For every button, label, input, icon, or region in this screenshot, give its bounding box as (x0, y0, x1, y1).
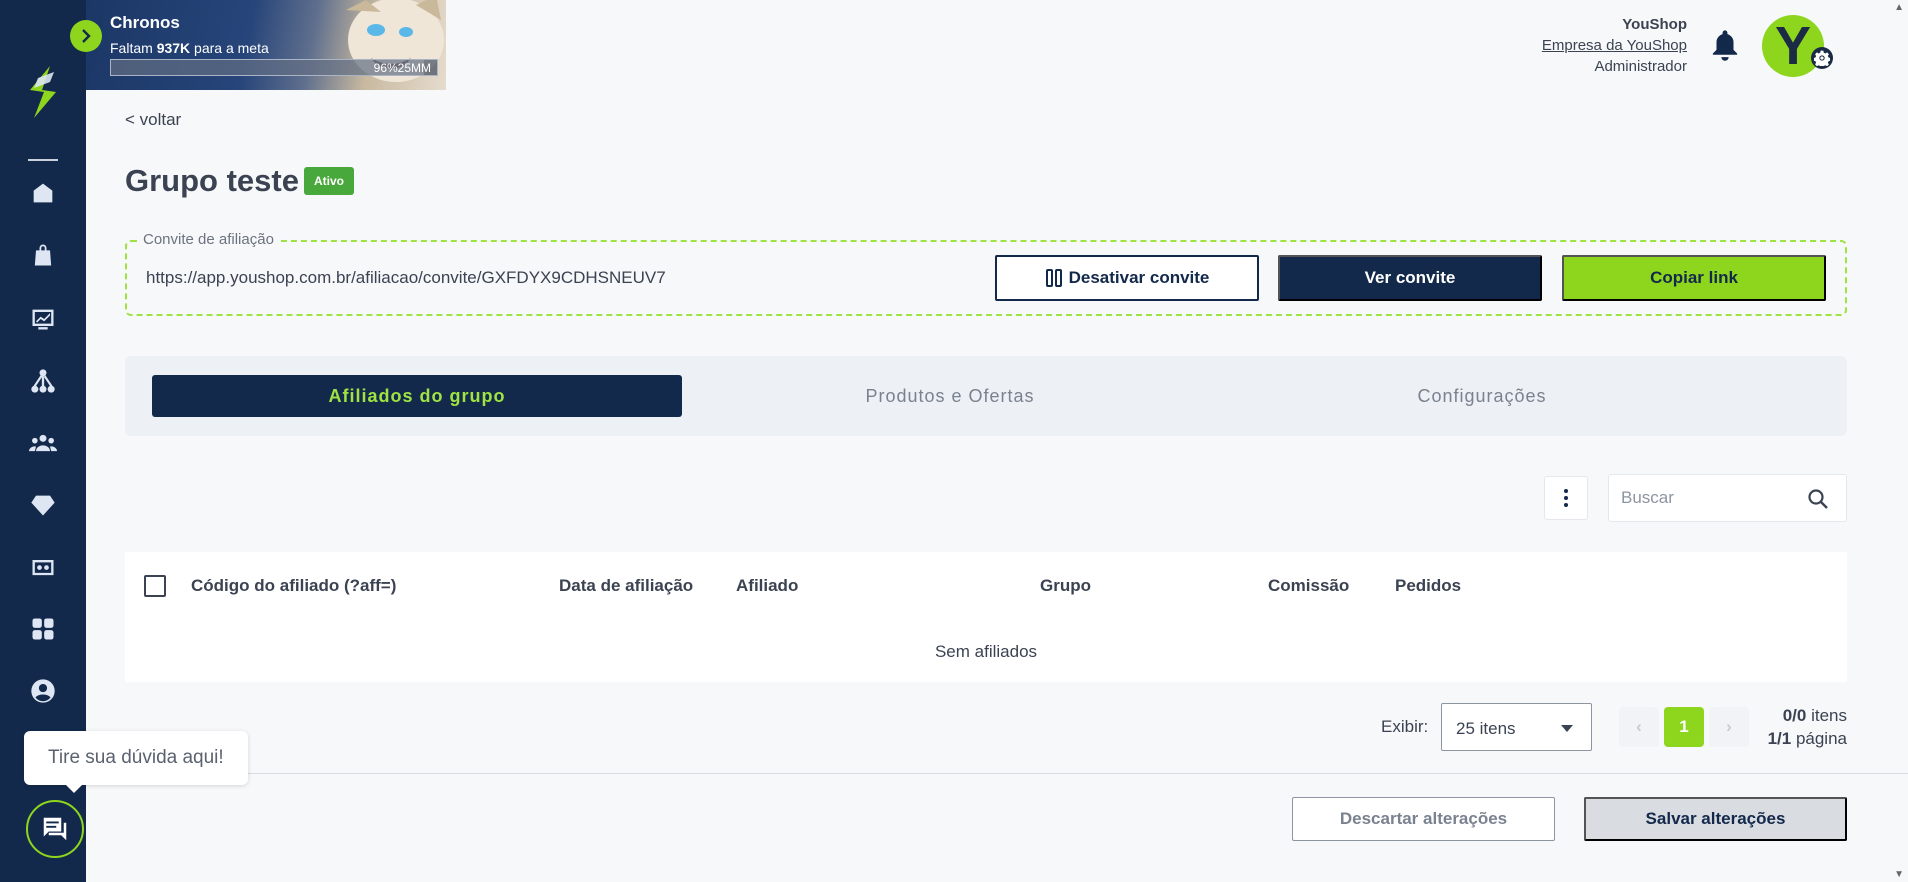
users-icon[interactable] (26, 426, 60, 460)
goal-prefix: Faltam (110, 40, 153, 56)
chart-icon[interactable] (26, 302, 60, 336)
company-link[interactable]: Empresa da YouShop (1542, 35, 1687, 56)
column-header-codigo[interactable]: Código do afiliado (?aff=) (191, 576, 396, 596)
page-button-current[interactable]: 1 (1664, 707, 1704, 747)
banner-name: Chronos (110, 13, 180, 32)
help-tooltip: Tire sua dúvida aqui! (24, 731, 248, 793)
copy-link-button[interactable]: Copiar link (1562, 255, 1826, 301)
next-page-button[interactable]: › (1709, 707, 1749, 747)
search-input[interactable] (1621, 485, 1801, 511)
goal-amount: 937K (156, 40, 191, 56)
network-icon[interactable] (26, 364, 60, 398)
back-link[interactable]: < voltar (125, 110, 181, 130)
invite-url: https://app.youshop.com.br/afiliacao/con… (146, 268, 666, 287)
column-header-afiliado[interactable]: Afiliado (736, 576, 798, 596)
bell-icon[interactable] (1710, 28, 1740, 62)
column-header-grupo[interactable]: Grupo (1040, 576, 1091, 596)
more-vertical-icon (1564, 489, 1568, 507)
goal-progress-bar: 96%25MM (110, 59, 438, 76)
account-icon[interactable] (26, 674, 60, 708)
company-name: YouShop (1622, 16, 1687, 33)
footer-divider (86, 773, 1908, 774)
deactivate-invite-button[interactable]: Desativar convite (995, 255, 1259, 301)
view-invite-button[interactable]: Ver convite (1278, 255, 1542, 301)
pages-count: 1/1 (1767, 729, 1792, 748)
per-page-value: 25 itens (1456, 719, 1516, 738)
per-page-label: Exibir: (1381, 717, 1429, 736)
search-icon[interactable] (1806, 487, 1830, 511)
chevron-right-icon (82, 29, 91, 43)
user-role: Administrador (1594, 58, 1687, 75)
select-all-checkbox[interactable] (144, 575, 166, 597)
prev-page-button[interactable]: ‹ (1619, 707, 1659, 747)
discard-changes-button[interactable]: Descartar alterações (1292, 797, 1555, 841)
diamond-icon[interactable] (26, 488, 60, 522)
tab-afiliados[interactable]: Afiliados do grupo (152, 375, 682, 417)
scroll-up-icon[interactable]: ▲ (1894, 2, 1904, 13)
tab-produtos[interactable]: Produtos e Ofertas (685, 375, 1215, 417)
chevron-left-icon: ‹ (1636, 717, 1642, 736)
apps-icon[interactable] (26, 612, 60, 646)
banner-character-illustration (346, 0, 444, 82)
dashboard-icon[interactable] (26, 550, 60, 584)
scroll-down-icon[interactable]: ▼ (1894, 869, 1904, 880)
pagination-info: 0/0 itens 1/1 página (1768, 704, 1847, 750)
items-count: 0/0 (1782, 706, 1807, 725)
column-header-comissao[interactable]: Comissão (1268, 576, 1349, 596)
status-badge: Ativo (304, 167, 354, 195)
items-label: itens (1811, 706, 1847, 725)
save-changes-button[interactable]: Salvar alterações (1584, 797, 1847, 841)
expand-banner-button[interactable] (70, 20, 102, 52)
chat-icon (43, 817, 67, 841)
goal-progress-label: 96%25MM (373, 61, 431, 75)
empty-message: Sem afiliados (934, 642, 1038, 661)
invite-legend: Convite de afiliação (137, 231, 280, 248)
tab-configuracoes[interactable]: Configurações (1217, 375, 1747, 417)
affiliates-table: Código do afiliado (?aff=) Data de afili… (125, 552, 1847, 682)
search-box (1608, 474, 1847, 522)
tabs: Afiliados do grupo Produtos e Ofertas Co… (125, 356, 1847, 436)
goal-banner: Chronos Faltam 937K para a meta 96%25MM (86, 0, 446, 90)
help-chat-button[interactable] (26, 800, 84, 858)
column-header-data[interactable]: Data de afiliação (559, 576, 693, 596)
goal-suffix: para a meta (194, 40, 269, 56)
more-options-button[interactable] (1544, 476, 1588, 520)
pages-label: página (1795, 729, 1847, 748)
logo-icon[interactable] (20, 62, 66, 122)
per-page-select[interactable]: 25 itens (1441, 703, 1592, 751)
gear-icon[interactable] (1811, 47, 1833, 69)
pause-icon (1045, 269, 1062, 287)
caret-down-icon (1561, 725, 1573, 732)
sidebar-separator (28, 159, 58, 161)
store-icon[interactable] (26, 176, 60, 210)
banner-goal-text: Faltam 937K para a meta (110, 40, 269, 56)
page-title: Grupo teste (125, 163, 299, 198)
deactivate-invite-label: Desativar convite (1068, 268, 1210, 287)
shopping-bag-icon[interactable] (26, 238, 60, 272)
chevron-right-icon: › (1726, 717, 1732, 736)
column-header-pedidos[interactable]: Pedidos (1395, 576, 1461, 596)
avatar[interactable]: Y (1762, 15, 1824, 77)
user-info: YouShop Empresa da YouShop Administrador (1542, 14, 1687, 77)
